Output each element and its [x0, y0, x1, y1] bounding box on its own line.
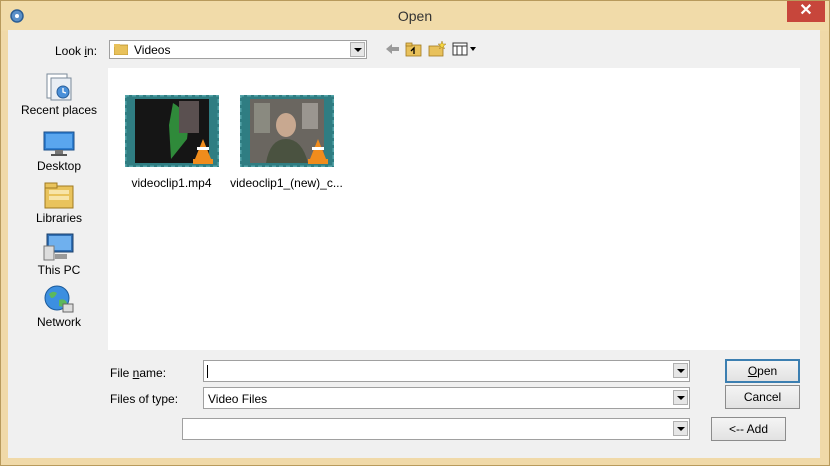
- add-button[interactable]: <-- Add: [711, 417, 786, 441]
- extra-dropdown[interactable]: [182, 418, 690, 440]
- place-desktop[interactable]: Desktop: [20, 128, 98, 173]
- up-folder-icon[interactable]: [405, 41, 423, 57]
- list-item[interactable]: videoclip1_(new)_c...: [229, 95, 344, 190]
- open-button[interactable]: Open: [725, 359, 800, 383]
- folder-icon: [114, 44, 128, 55]
- title-bar[interactable]: Open ✕: [1, 1, 829, 31]
- place-label: Libraries: [35, 211, 83, 225]
- file-name-label: File name:: [110, 366, 167, 380]
- view-menu-icon[interactable]: [452, 41, 478, 57]
- list-item[interactable]: videoclip1.mp4: [114, 95, 229, 190]
- place-network[interactable]: Network: [20, 284, 98, 329]
- look-in-label: Look in:: [55, 44, 98, 58]
- chevron-down-icon[interactable]: [350, 42, 365, 57]
- close-button[interactable]: ✕: [787, 1, 825, 22]
- video-thumbnail-icon: [239, 95, 334, 167]
- place-label: Recent places: [20, 103, 98, 117]
- file-type-value: Video Files: [208, 392, 268, 406]
- place-label: Desktop: [36, 159, 82, 173]
- video-thumbnail-icon: [124, 95, 219, 167]
- file-name-input[interactable]: [203, 360, 690, 382]
- look-in-dropdown[interactable]: Videos: [109, 40, 367, 59]
- chevron-down-icon[interactable]: [673, 390, 688, 405]
- network-icon: [44, 285, 74, 313]
- place-recent-places[interactable]: Recent places: [20, 72, 98, 117]
- look-in-value: Videos: [134, 43, 171, 57]
- place-label: This PC: [37, 263, 81, 277]
- files-of-type-label: Files of type:: [110, 392, 179, 406]
- file-list[interactable]: videoclip1.mp4 videoclip1_(new)_c...: [108, 68, 800, 350]
- file-name-label: videoclip1.mp4: [131, 176, 212, 190]
- file-name-label: videoclip1_(new)_c...: [230, 176, 343, 190]
- text-caret: [207, 365, 208, 378]
- close-icon: ✕: [799, 2, 813, 19]
- back-arrow-icon[interactable]: [384, 41, 402, 57]
- new-folder-icon[interactable]: [428, 41, 446, 57]
- chevron-down-icon[interactable]: [673, 421, 688, 436]
- cancel-button[interactable]: Cancel: [725, 385, 800, 409]
- libraries-icon: [44, 182, 74, 209]
- place-libraries[interactable]: Libraries: [20, 180, 98, 225]
- this-pc-icon: [43, 233, 74, 261]
- place-label: Network: [36, 315, 81, 329]
- file-type-dropdown[interactable]: Video Files: [203, 387, 690, 409]
- chevron-down-icon[interactable]: [673, 363, 688, 378]
- desktop-icon: [43, 131, 75, 156]
- window-title: Open: [397, 8, 433, 24]
- place-this-pc[interactable]: This PC: [20, 232, 98, 277]
- recent-places-icon: [46, 73, 72, 101]
